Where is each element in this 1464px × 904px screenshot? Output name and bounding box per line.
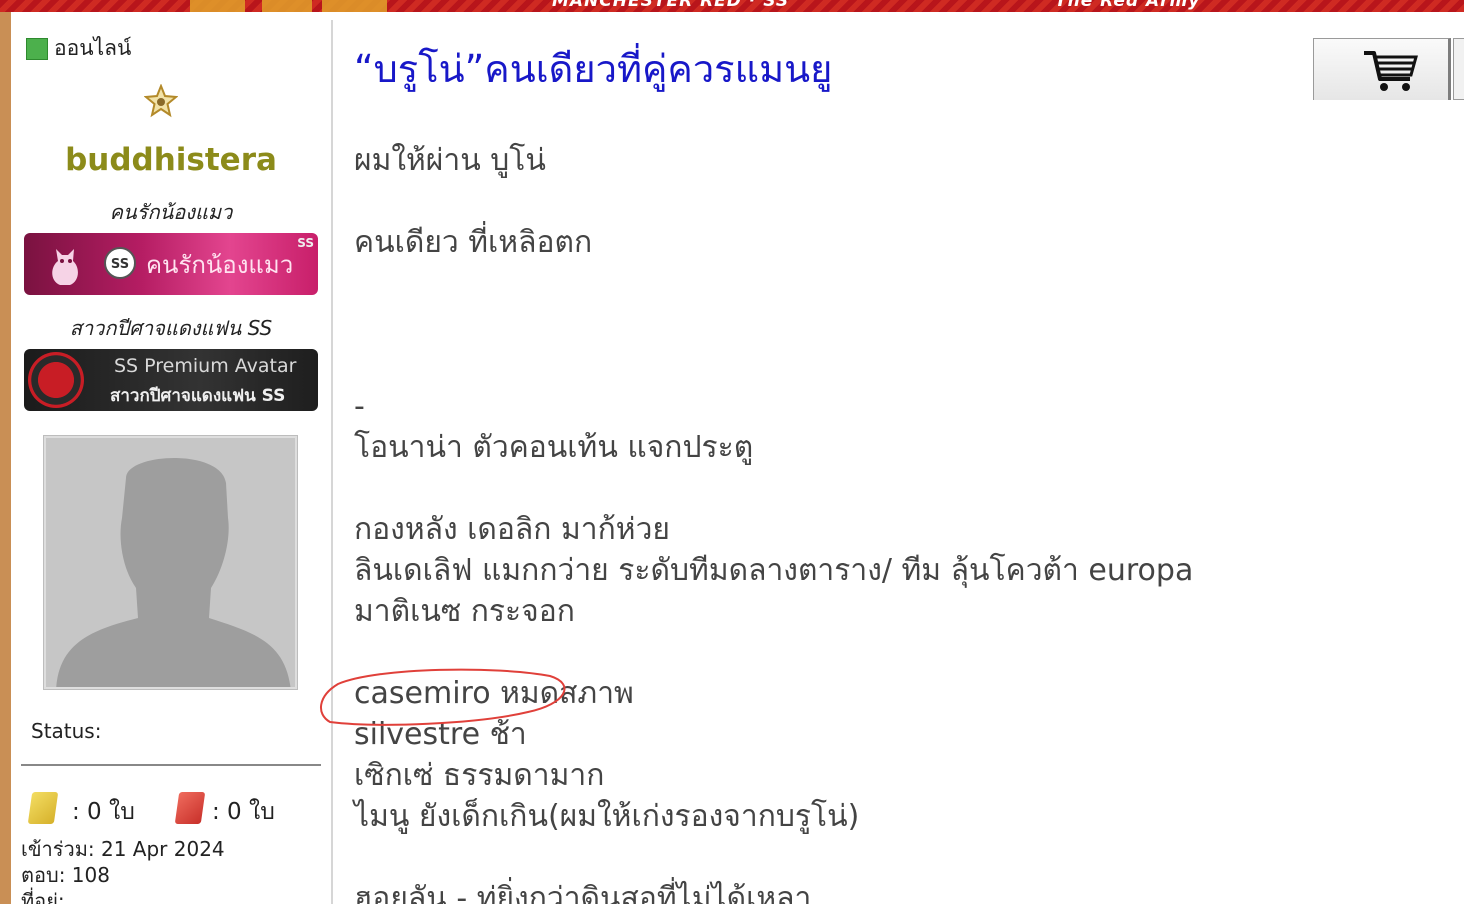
post-body: ผมให้ผ่าน บูโน่ คนเดียว ที่เหลิอตก - โอน… bbox=[354, 140, 1354, 904]
cat-icon bbox=[52, 249, 78, 285]
online-status: ออนไลน์ bbox=[26, 32, 131, 65]
post-line: ไมนู ยังเด็กเกิน(ผมให้เก่งรองจากบรูโน่) bbox=[354, 799, 860, 834]
post-line bbox=[354, 632, 1354, 673]
post-line bbox=[354, 181, 1354, 222]
status-label: Status: bbox=[31, 719, 102, 743]
red-card-icon bbox=[174, 792, 206, 824]
premium-badge-line1: SS Premium Avatar bbox=[114, 355, 297, 377]
post-line bbox=[354, 304, 1354, 345]
red-card-count: : 0 ใบ bbox=[212, 799, 275, 825]
premium-avatar-badge: SS Premium Avatar สาวกปีศาจแดงแฟน SS bbox=[24, 349, 318, 411]
rank-title-red-devil: สาวกปีศาจแดงแฟน SS bbox=[69, 316, 273, 340]
post-line: โอนาน่า ตัวคอนเท้น แจกประตู bbox=[354, 430, 754, 465]
post-line bbox=[354, 263, 1354, 304]
default-avatar-silhouette-icon bbox=[46, 438, 295, 687]
post-line: กองหลัง เดอลิก มาก้ห่วย bbox=[354, 512, 670, 547]
post-line: ฮอยลัน - ทู่ยิ่งกว่าดินสอที่ไม่ได้เหลา bbox=[354, 881, 812, 904]
post-line bbox=[354, 345, 1354, 386]
page-left-border bbox=[0, 12, 11, 904]
online-label: ออนไลน์ bbox=[54, 36, 132, 60]
cart-button[interactable] bbox=[1313, 38, 1451, 100]
post-title: “บรูโน่”คนเดียวที่คู่ควรแมนยู bbox=[354, 47, 833, 91]
header-banner: MANCHESTER RED · SS The Red Army bbox=[0, 0, 1464, 12]
yellow-card-count: : 0 ใบ bbox=[72, 799, 135, 825]
premium-badge-line2: สาวกปีศาจแดงแฟน SS bbox=[110, 386, 286, 406]
ss-logo-icon: SS bbox=[104, 247, 136, 279]
post-line: ลินเดเลิฟ แมกกว่าย ระดับทีมดลางตาราง/ ที… bbox=[354, 553, 1194, 588]
red-devil-crest-icon bbox=[28, 352, 84, 408]
cat-badge-label: คนรักน้องแมว bbox=[146, 251, 294, 279]
cat-lover-badge: SS คนรักน้องแมว SS bbox=[24, 233, 318, 295]
post-line-highlighted: silvestre ช้า bbox=[354, 717, 527, 752]
post-line: คนเดียว ที่เหลิอตก bbox=[354, 225, 593, 260]
rank-star-icon bbox=[143, 83, 179, 118]
banner-ornament bbox=[190, 0, 245, 12]
shopping-cart-icon bbox=[1364, 51, 1418, 91]
banner-ornament bbox=[322, 0, 387, 12]
post-line: มาติเนซ กระจอก bbox=[354, 594, 575, 629]
username-link[interactable]: buddhistera bbox=[11, 142, 331, 178]
rank-title-cat: คนรักน้องแมว bbox=[109, 200, 233, 224]
banner-ornament bbox=[262, 0, 312, 12]
post-line: - bbox=[354, 389, 365, 424]
online-indicator-icon bbox=[26, 37, 48, 60]
post-line bbox=[354, 468, 1354, 509]
post-line: casemiro หมดสภาพ bbox=[354, 676, 634, 711]
post-line: ผมให้ผ่าน บูโน่ bbox=[354, 143, 546, 178]
cat-badge-corner-mark: SS bbox=[297, 236, 314, 250]
avatar[interactable] bbox=[44, 436, 297, 689]
yellow-card-icon bbox=[27, 792, 59, 824]
column-divider bbox=[331, 20, 333, 904]
sidebar-separator bbox=[21, 764, 321, 766]
location: ที่อยู่: bbox=[21, 889, 65, 904]
banner-center-text: MANCHESTER RED · SS bbox=[552, 0, 790, 11]
post-line bbox=[354, 837, 1354, 878]
toolbar-next-button[interactable] bbox=[1453, 38, 1464, 100]
banner-right-text: The Red Army bbox=[1055, 0, 1201, 11]
post-line: เซิกเซ่ ธรรมดามาก bbox=[354, 758, 605, 793]
